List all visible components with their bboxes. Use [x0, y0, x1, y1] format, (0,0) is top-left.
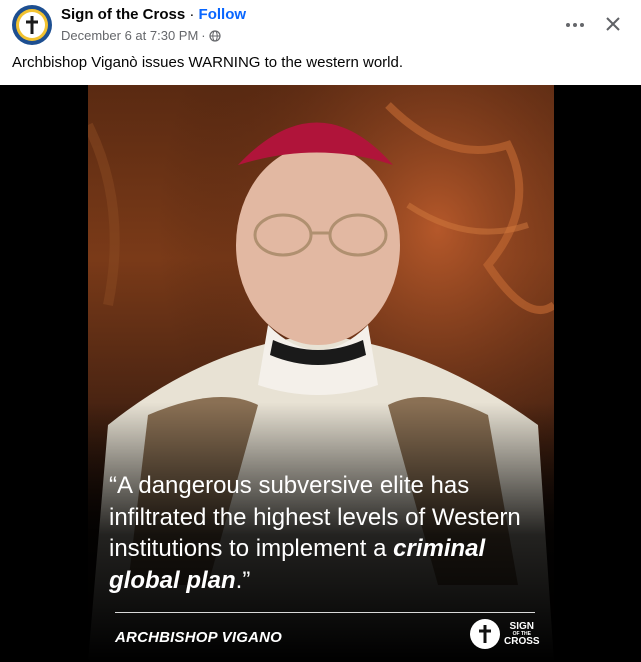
- meta-separator: ·: [201, 28, 206, 43]
- post-header: Sign of the Cross · Follow December 6 at…: [0, 0, 641, 50]
- brand-cross-badge: [470, 619, 500, 649]
- page-avatar[interactable]: [12, 5, 52, 45]
- quote-part-2: .”: [235, 566, 251, 594]
- brand-wordmark: SIGN OF THE CROSS: [504, 622, 540, 647]
- name-separator: ·: [185, 6, 199, 23]
- post-body-text: Archbishop Viganò issues WARNING to the …: [12, 54, 404, 71]
- quote-text: “A dangerous subversive elite has infilt…: [109, 470, 529, 596]
- cross-icon: [479, 625, 491, 643]
- post-meta: December 6 at 7:30 PM ·: [61, 28, 221, 43]
- brand-bottom: CROSS: [504, 636, 540, 647]
- post-timestamp[interactable]: December 6 at 7:30 PM: [61, 28, 198, 43]
- cross-icon: [26, 16, 38, 34]
- close-icon: [606, 17, 620, 31]
- brand-logo: SIGN OF THE CROSS: [470, 619, 540, 649]
- follow-button[interactable]: Follow: [199, 6, 247, 23]
- more-options-button[interactable]: [560, 10, 590, 40]
- globe-icon[interactable]: [209, 29, 221, 42]
- divider-line: [115, 612, 535, 613]
- quote-attribution: ARCHBISHOP VIGANO: [115, 629, 283, 646]
- page-name-link[interactable]: Sign of the Cross: [61, 6, 185, 23]
- close-button[interactable]: [598, 9, 628, 39]
- more-horizontal-icon: [566, 23, 584, 27]
- page-name-row: Sign of the Cross · Follow: [61, 6, 246, 23]
